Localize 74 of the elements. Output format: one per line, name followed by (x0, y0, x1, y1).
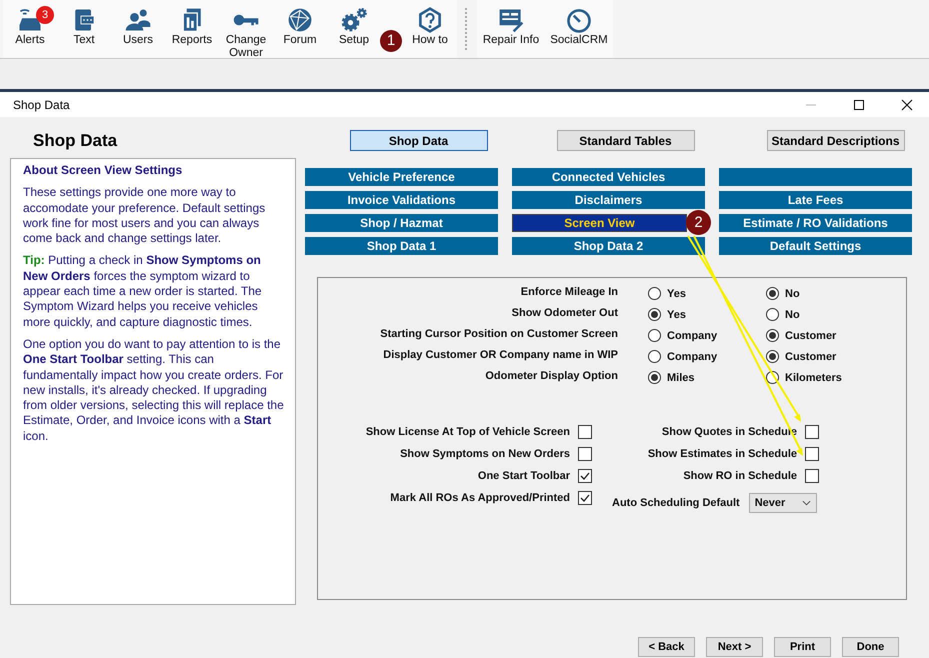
setting-label: Auto Scheduling Default (612, 497, 740, 509)
footer-button[interactable]: Next > (706, 637, 763, 657)
radio-option[interactable]: Kilometers (766, 371, 866, 384)
tab[interactable]: Standard Descriptions (766, 130, 904, 151)
setting-label: One Start Toolbar (478, 470, 570, 482)
section-button[interactable]: Late Fees (719, 191, 912, 209)
toolbar-button[interactable]: SocialCRM (545, 6, 613, 47)
checkbox[interactable] (578, 490, 592, 504)
help-title: About Screen View Settings (23, 163, 184, 178)
window-title: Shop Data (13, 98, 70, 112)
toolbar-button[interactable]: Reports (165, 6, 219, 47)
step-callout: 2 (686, 210, 711, 235)
radio-option[interactable]: Company (648, 329, 736, 342)
help-text: One option you do want to pay attention to is the One Start Toolbar setting. This can fundamentally impact how you create orders. For new installs, it's already checked. If upgrading from older versions, selecting this will replace the Estimate, Order, and Invoice icons with a Start icon. (23, 336, 285, 444)
help-text: Tip: Putting a check in Show Symptoms on New Orders forces the symptom wizard to appear each time a new order is started. The Symptom Wizard helps you receive vehicles more quickly, and capture diagnostic times. (23, 253, 263, 330)
tab[interactable]: Shop Data (350, 130, 488, 151)
help-icon (416, 6, 444, 34)
setting-label: Show License At Top of Vehicle Screen (366, 426, 570, 438)
section-button[interactable]: Invoice Validations (305, 191, 498, 209)
alert-count-badge: 3 (36, 6, 54, 24)
help-text: These settings provide one more way to accomodate your preference. Default settings work fine for most users and you can always come back and change settings later. (23, 185, 266, 246)
toolbar-button[interactable]: Forum (273, 6, 327, 47)
checkbox[interactable] (805, 424, 819, 438)
section-button[interactable]: Screen View (512, 214, 687, 232)
section-button[interactable]: Vehicle Preference (305, 168, 498, 186)
toolbar-button[interactable]: Text (57, 6, 111, 47)
setting-label: Show Estimates in Schedule (648, 448, 797, 460)
section-button[interactable]: Default Settings (719, 237, 912, 255)
radio-option[interactable]: Miles (648, 371, 736, 384)
setting-label: Show RO in Schedule (683, 470, 797, 482)
close-icon[interactable] (901, 98, 913, 110)
tab[interactable]: Standard Tables (556, 130, 694, 151)
setting-label: Show Symptoms on New Orders (400, 448, 570, 460)
checkbox[interactable] (805, 468, 819, 482)
setting-label: Mark All ROs As Approved/Printed (390, 492, 570, 504)
toolbar-button[interactable]: Repair Info (477, 6, 545, 47)
footer-button[interactable]: Done (842, 637, 899, 657)
checkbox[interactable] (578, 424, 592, 438)
section-button[interactable]: Disclaimers (512, 191, 705, 209)
toolbar-button[interactable]: Change Owner (219, 6, 273, 60)
radio-option[interactable]: No (766, 287, 866, 300)
radio-option[interactable]: Customer (766, 350, 866, 363)
setting-label: Odometer Display Option (484, 370, 618, 382)
section-button[interactable]: Shop / Hazmat (305, 214, 498, 232)
section-button[interactable]: Connected Vehicles (512, 168, 705, 186)
radio-option[interactable]: Yes (648, 308, 736, 321)
checkbox[interactable] (578, 446, 592, 460)
setting-label: Enforce Mileage In (520, 286, 618, 298)
caret-icon (802, 500, 811, 506)
section-button[interactable]: Shop Data 1 (305, 237, 498, 255)
setting-label: Display Customer OR Company name in WIP (382, 348, 618, 360)
footer-button[interactable]: Print (774, 637, 831, 657)
toolbar-button[interactable]: Setup (327, 6, 381, 47)
section-button[interactable]: Shop Data 2 (512, 237, 705, 255)
dropdown[interactable]: Never (748, 493, 817, 513)
radio-option[interactable]: Company (648, 350, 736, 363)
toolbar-button[interactable]: Alerts 3 (3, 6, 57, 47)
gauge-icon (565, 6, 593, 34)
radio-option[interactable]: Customer (766, 329, 866, 342)
checkbox[interactable] (578, 468, 592, 482)
globe-icon (286, 6, 314, 34)
checkbox[interactable] (805, 446, 819, 460)
setting-label: Starting Cursor Position on Customer Screen (379, 328, 618, 340)
radio-option[interactable]: Yes (648, 287, 736, 300)
radio-option[interactable]: No (766, 308, 866, 321)
gear-icon (340, 6, 368, 34)
toolbar-button[interactable]: How to (403, 6, 457, 47)
footer-button[interactable]: < Back (638, 637, 695, 657)
section-button[interactable]: Estimate / RO Validations (719, 214, 912, 232)
setting-label: Show Odometer Out (510, 306, 618, 318)
toolbar-button[interactable]: Users (111, 6, 165, 47)
page-heading: Shop Data (32, 130, 118, 152)
maximize-icon[interactable] (853, 98, 865, 110)
step-callout: 1 (380, 30, 402, 52)
